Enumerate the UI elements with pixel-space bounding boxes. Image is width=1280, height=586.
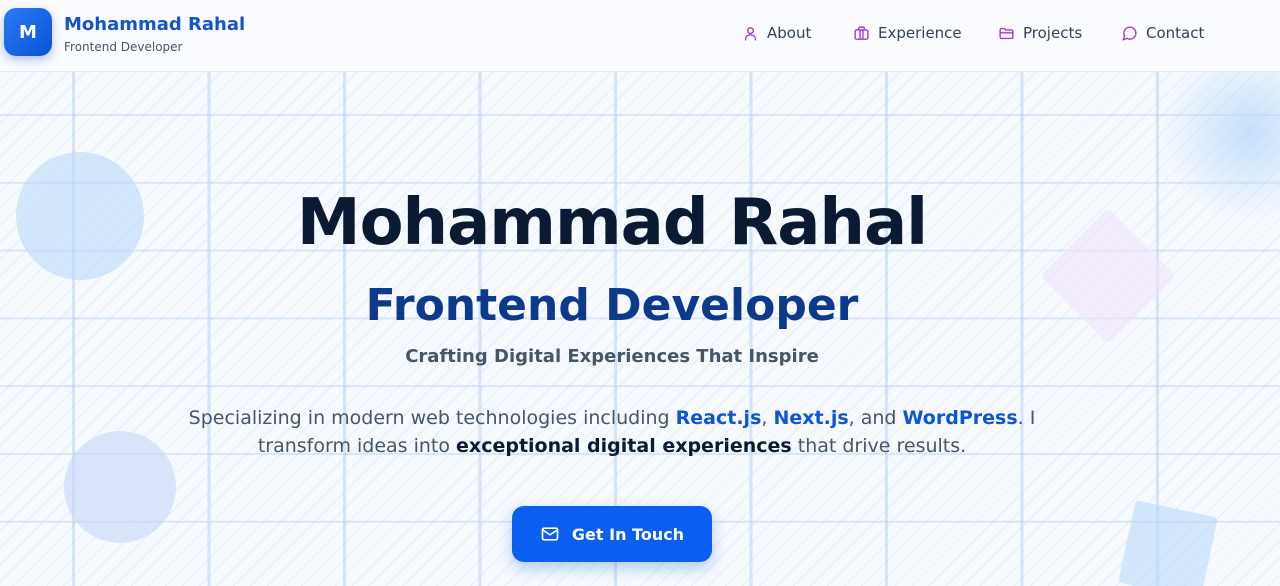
nav-item-contact[interactable]: Contact <box>1121 22 1204 44</box>
hero-role: Frontend Developer <box>365 280 859 331</box>
hero-title: Mohammad Rahal <box>296 186 928 260</box>
brand-name[interactable]: Mohammad Rahal <box>64 14 245 35</box>
briefcase-icon <box>854 25 869 40</box>
nav-item-label: Projects <box>1023 24 1083 42</box>
description-text: that drive results. <box>791 435 967 457</box>
nav-item-label: Contact <box>1146 24 1205 42</box>
nav-item-label: Experience <box>878 24 962 42</box>
nav-item-label: About <box>767 24 812 42</box>
tech-wordpress: WordPress <box>902 407 1018 429</box>
user-icon <box>744 26 757 41</box>
description-highlight: exceptional digital experiences <box>456 435 792 457</box>
hero-description: Specializing in modern web technologies … <box>170 404 1054 460</box>
decor-circle <box>64 431 176 543</box>
get-in-touch-button[interactable]: Get In Touch <box>512 506 712 562</box>
nav-item-experience[interactable]: Experience <box>853 22 962 44</box>
nav-item-about[interactable]: About <box>742 22 811 44</box>
description-text: , <box>761 407 774 429</box>
mail-icon <box>541 527 559 541</box>
logo-badge[interactable]: M <box>4 8 52 56</box>
hero-tagline: Crafting Digital Experiences That Inspir… <box>405 346 819 367</box>
nav-item-projects[interactable]: Projects <box>998 22 1082 44</box>
tech-react: React.js <box>675 407 762 429</box>
description-text: Specializing in modern web technologies … <box>188 407 676 429</box>
brand-subtitle: Frontend Developer <box>64 40 183 54</box>
site-header: M Mohammad Rahal Frontend Developer Abou… <box>0 0 1280 72</box>
folder-icon <box>999 27 1014 39</box>
tech-next: Next.js <box>773 407 849 429</box>
description-text: , and <box>848 407 903 429</box>
message-circle-icon <box>1122 26 1137 41</box>
decor-square <box>1118 500 1218 586</box>
cta-label: Get In Touch <box>571 524 685 544</box>
